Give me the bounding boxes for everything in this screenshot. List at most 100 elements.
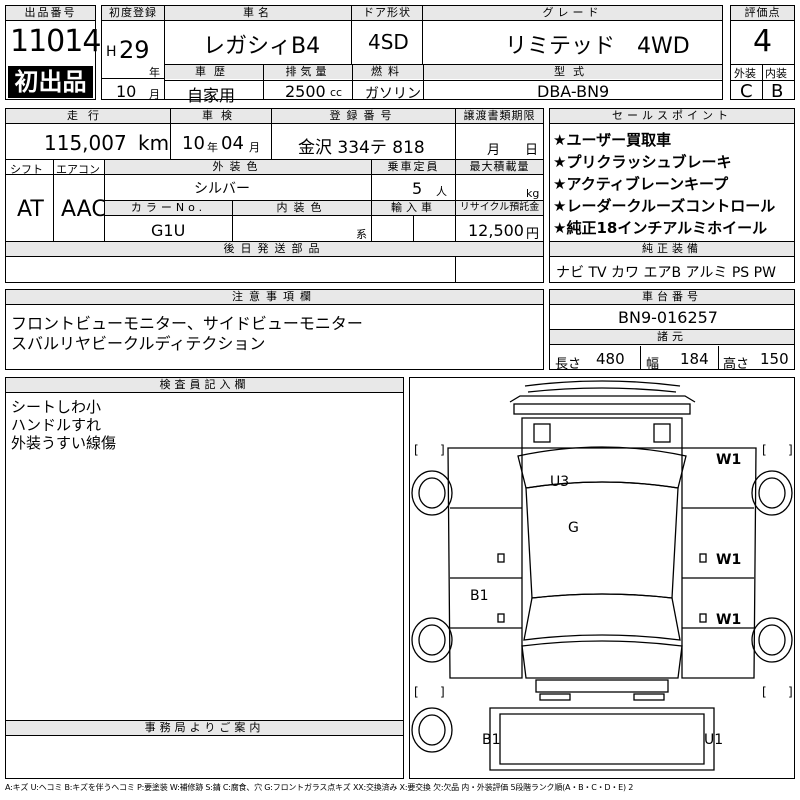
height-label: 高さ	[723, 357, 750, 372]
mileage-label: 走行	[6, 109, 170, 124]
notes-box: 注意事項欄 フロントビューモニター、サイドビューモニター スバルリヤビークルディ…	[5, 289, 544, 370]
inspector-box: 検査員記入欄 シートしわ小 ハンドルすれ 外装うすい線傷 事務局よりご案内	[5, 377, 404, 779]
bracket-front-right-close: ]	[788, 443, 793, 457]
bracket-rear-right-close: ]	[788, 685, 793, 699]
capacity-unit: 人	[436, 185, 447, 198]
chassis-label: 車台番号	[550, 290, 794, 305]
displacement-unit: cc	[330, 86, 343, 99]
chassis-box: 車台番号 BN9-016257 諸元 長さ 480 幅 184 高さ 150	[549, 289, 795, 372]
lot-label: 出品番号	[6, 6, 95, 21]
plate-value: 金沢 334テ 818	[298, 138, 425, 158]
capacity-label: 乗車定員	[372, 160, 455, 174]
mark-front-right: W1	[716, 452, 741, 468]
mileage-value: 115,007	[44, 131, 127, 155]
genuine-equipment-label: 純正装備	[550, 242, 794, 257]
exterior-color-label: 外装色	[105, 160, 371, 174]
displacement-value: 2500	[285, 82, 326, 101]
recycle-unit: 円	[526, 227, 540, 242]
inspection-month: 04	[221, 133, 244, 154]
door-label: ドア形状	[352, 6, 422, 21]
bracket-front-left-open: [	[414, 443, 419, 457]
grade-label: グレード	[423, 6, 722, 21]
aircon-value: AAC	[61, 197, 107, 222]
length-value: 480	[596, 350, 625, 368]
mark-left-rear: B1	[470, 588, 489, 604]
car-name-label: 車名	[165, 6, 351, 21]
plate-label: 登録番号	[272, 109, 455, 124]
sales-point-1: ★ユーザー買取車	[553, 131, 672, 149]
mark-right-door-rear: W1	[716, 612, 741, 628]
car-name: レガシィB4	[203, 34, 321, 59]
length-label: 長さ	[555, 357, 582, 372]
mark-glass: G	[568, 520, 579, 536]
sales-points-box: セールスポイント ★ユーザー買取車 ★プリクラッシュブレーキ ★アクティブレーン…	[549, 108, 795, 283]
office-label: 事務局よりご案内	[6, 721, 403, 736]
displacement-label: 排気量	[264, 65, 352, 79]
registration-era: H	[106, 44, 117, 60]
bracket-rear-left-open: [	[414, 685, 419, 699]
registration-label: 初度登録	[102, 6, 164, 21]
notes-line-2: スバルリヤビークルディテクション	[11, 334, 266, 353]
exterior-score-label: 外装	[734, 67, 756, 80]
registration-year: 29	[119, 36, 150, 64]
registration-box: 初度登録 H 29 年 10 月	[101, 5, 165, 101]
bracket-front-right-open: [	[762, 443, 767, 457]
score-value: 4	[753, 24, 773, 59]
mark-bottom-left: B1	[482, 732, 501, 748]
transfer-month-unit: 月	[487, 143, 501, 158]
inspection-year-unit: 年	[207, 141, 218, 154]
inspector-label: 検査員記入欄	[6, 378, 403, 393]
genuine-equipment-value: ナビ TV カワ エアB アルミ PS PW	[556, 265, 776, 281]
legend-text: A:キズ U:ヘコミ B:キズを伴うヘコミ P:要塗装 W:補修跡 S:錆 C:…	[5, 783, 634, 792]
inspection-label: 車検	[171, 109, 271, 124]
recycle-label: リサイクル預託金	[456, 201, 543, 216]
notes-label: 注意事項欄	[6, 290, 543, 305]
interior-color-label: 内装色	[233, 201, 371, 216]
inspection-month-unit: 月	[249, 141, 260, 154]
later-parts-label: 後日発送部品	[6, 242, 543, 257]
capacity-value: 5	[412, 179, 423, 198]
car-diagram: [ ] [ ] [ ] [ ] U3 G W1 W1 W1 B1 B1 U1	[411, 380, 793, 771]
grade: リミテッド 4WD	[505, 34, 690, 59]
height-value: 150	[760, 350, 789, 368]
bracket-front-left-close: ]	[440, 443, 445, 457]
model-code-label: 型式	[424, 65, 722, 79]
fuel-value: ガソリン	[365, 86, 421, 102]
exterior-color-value: シルバー	[194, 181, 250, 197]
spec-box: 走行 車検 登録番号 譲渡書類期限 115,007 km 10 年 04 月 金…	[5, 108, 544, 283]
width-value: 184	[680, 350, 709, 368]
mark-roof: U3	[550, 474, 569, 490]
transfer-day-unit: 日	[525, 143, 539, 158]
chassis-value: BN9-016257	[618, 308, 718, 327]
sales-point-3: ★アクティブレーンキープ	[553, 175, 729, 193]
history-value: 自家用	[187, 86, 236, 105]
inspection-year: 10	[182, 133, 205, 154]
max-load-unit: kg	[526, 187, 540, 200]
shift-value: AT	[17, 197, 44, 222]
interior-score: B	[771, 81, 784, 102]
inspector-line-3: 外装うすい線傷	[11, 434, 117, 452]
sales-points-label: セールスポイント	[550, 109, 794, 124]
bracket-rear-right-open: [	[762, 685, 767, 699]
color-no-label: カラーNo.	[105, 201, 232, 216]
dimensions-label: 諸元	[550, 330, 794, 345]
model-code-value: DBA-BN9	[537, 82, 610, 101]
transfer-label: 譲渡書類期限	[456, 109, 543, 124]
sales-point-5: ★純正18インチアルミホイール	[553, 219, 768, 237]
sales-point-4: ★レーダークルーズコントロール	[553, 197, 776, 215]
lot-box: 出品番号 11014 初出品	[5, 5, 101, 100]
bracket-rear-left-close: ]	[440, 685, 445, 699]
door-type: 4SD	[368, 30, 409, 54]
sales-point-2: ★プリクラッシュブレーキ	[553, 153, 732, 171]
import-label: 輸入車	[372, 201, 455, 216]
first-listing-badge: 初出品	[8, 66, 93, 98]
recycle-value: 12,500	[468, 221, 524, 240]
interior-color-unit: 系	[356, 228, 367, 241]
mark-bottom-right: U1	[704, 732, 723, 748]
max-load-label: 最大積載量	[456, 160, 543, 175]
score-box: 評価点 4 外装 内装 C B	[730, 5, 795, 102]
score-label: 評価点	[731, 6, 794, 21]
color-no-value: G1U	[151, 221, 186, 240]
interior-score-label: 内装	[765, 67, 787, 80]
exterior-score: C	[740, 81, 753, 102]
